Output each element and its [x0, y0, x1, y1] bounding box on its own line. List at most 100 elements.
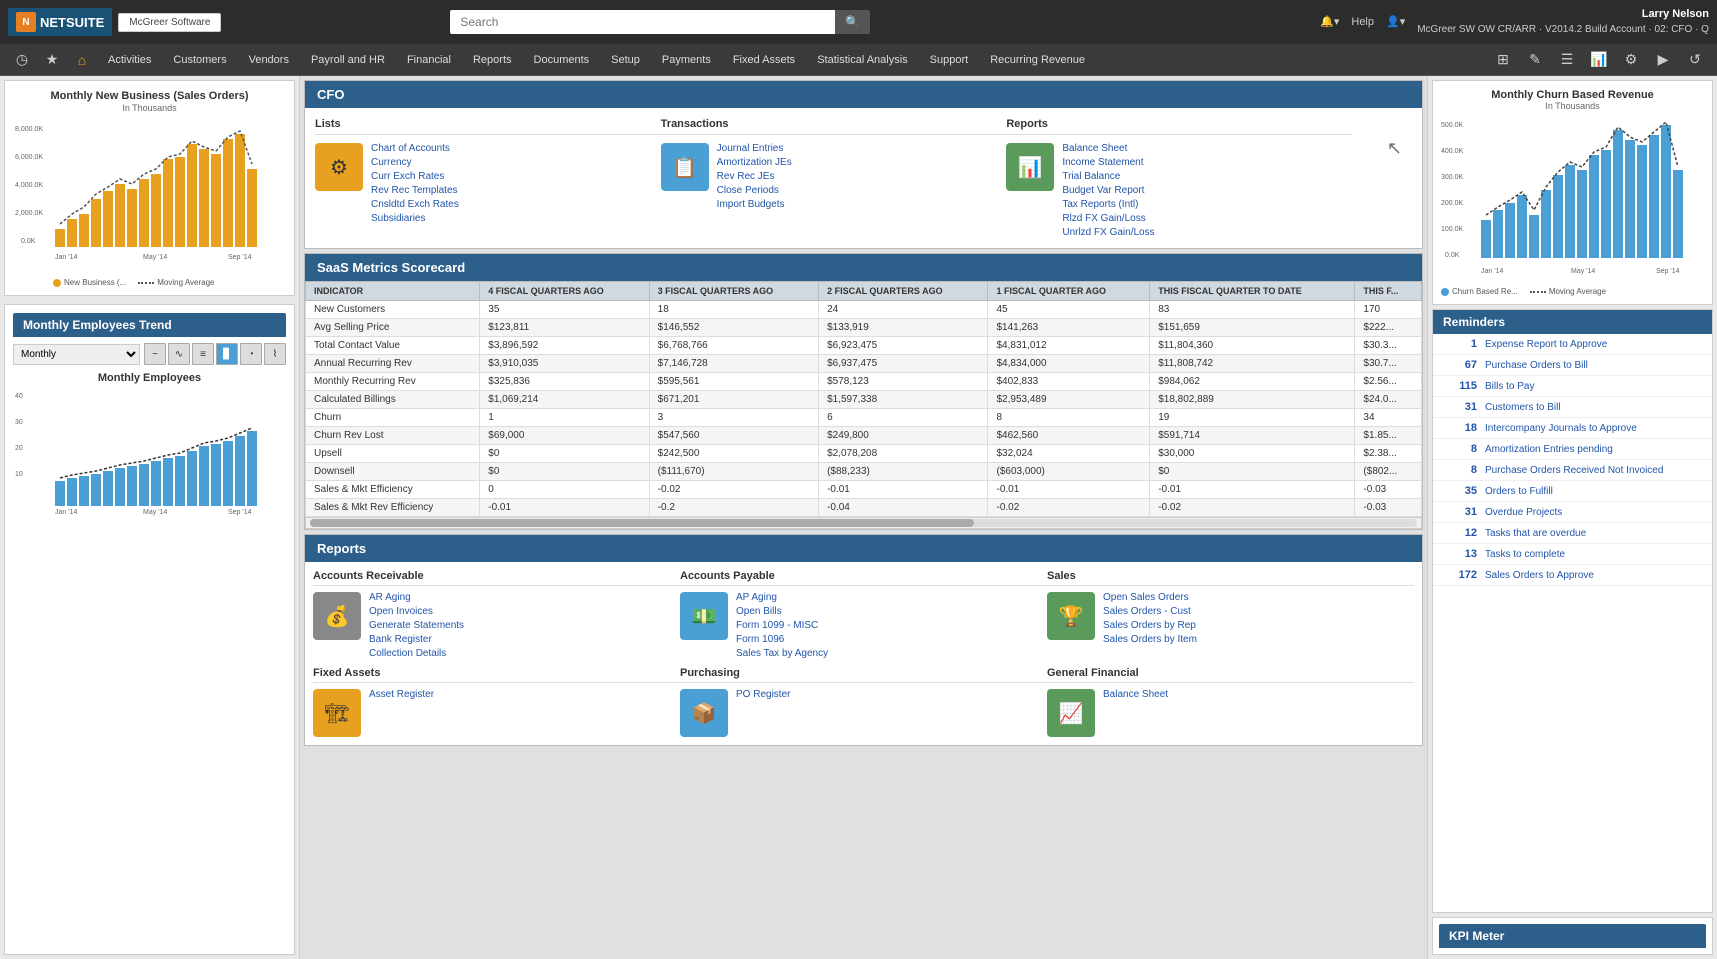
reminder-link[interactable]: Amortization Entries pending	[1485, 444, 1613, 455]
cfo-link-amort[interactable]: Amortization JEs	[717, 157, 792, 168]
nav-icon-7[interactable]: ↺	[1681, 46, 1709, 74]
cfo-link-unrlzd[interactable]: Unrlzd FX Gain/Loss	[1062, 227, 1154, 238]
gauge-icon[interactable]: ◔	[240, 343, 262, 365]
area2-chart-icon[interactable]: ⌇	[264, 343, 286, 365]
cfo-link-tax[interactable]: Tax Reports (Intl)	[1062, 199, 1154, 210]
clock-icon[interactable]: ◷	[8, 46, 36, 74]
cfo-link-rev-rec[interactable]: Rev Rec Templates	[371, 185, 459, 196]
nav-statistical[interactable]: Statistical Analysis	[807, 50, 917, 70]
ar-link-aging[interactable]: AR Aging	[369, 592, 464, 603]
cfo-link-currency[interactable]: Currency	[371, 157, 459, 168]
nav-payroll[interactable]: Payroll and HR	[301, 50, 395, 70]
cfo-link-close[interactable]: Close Periods	[717, 185, 792, 196]
reminder-link[interactable]: Tasks that are overdue	[1485, 528, 1586, 539]
nav-customers[interactable]: Customers	[163, 50, 236, 70]
reminder-link[interactable]: Orders to Fulfill	[1485, 486, 1553, 497]
reminder-link[interactable]: Bills to Pay	[1485, 381, 1534, 392]
search-button[interactable]: 🔍	[835, 10, 870, 34]
fixed-link-register[interactable]: Asset Register	[369, 689, 434, 700]
ap-link-bills[interactable]: Open Bills	[736, 606, 828, 617]
reminder-link[interactable]: Tasks to complete	[1485, 549, 1565, 560]
cfo-link-rev-rec-jes[interactable]: Rev Rec JEs	[717, 171, 792, 182]
sales-link-open[interactable]: Open Sales Orders	[1103, 592, 1197, 603]
cfo-link-subsidiaries[interactable]: Subsidiaries	[371, 213, 459, 224]
reminder-link[interactable]: Customers to Bill	[1485, 402, 1561, 413]
search-input[interactable]	[450, 10, 835, 34]
search-bar: 🔍	[450, 10, 870, 34]
cfo-link-chart-accounts[interactable]: Chart of Accounts	[371, 143, 459, 154]
cfo-link-import[interactable]: Import Budgets	[717, 199, 792, 210]
cfo-link-trial[interactable]: Trial Balance	[1062, 171, 1154, 182]
sales-link-item[interactable]: Sales Orders by Item	[1103, 634, 1197, 645]
employee-period-select[interactable]: Monthly	[13, 344, 140, 365]
churn-legend-item: Churn Based Re...	[1441, 287, 1518, 296]
col-2q: 2 FISCAL QUARTERS AGO	[819, 282, 988, 301]
nav-icon-3[interactable]: ☰	[1553, 46, 1581, 74]
area-chart-icon[interactable]: ~	[144, 343, 166, 365]
cfo-link-rlzd[interactable]: Rlzd FX Gain/Loss	[1062, 213, 1154, 224]
ap-link-aging[interactable]: AP Aging	[736, 592, 828, 603]
nav-financial[interactable]: Financial	[397, 50, 461, 70]
line-chart-icon[interactable]: ∿	[168, 343, 190, 365]
sales-link-cust[interactable]: Sales Orders - Cust	[1103, 606, 1197, 617]
general-link-balance[interactable]: Balance Sheet	[1103, 689, 1168, 700]
nav-icon-5[interactable]: ⚙	[1617, 46, 1645, 74]
nav-icon-2[interactable]: ✎	[1521, 46, 1549, 74]
metric-value: 35	[480, 301, 649, 319]
ap-link-1096[interactable]: Form 1096	[736, 634, 828, 645]
cfo-lists-column: Lists ⚙ Chart of Accounts Currency Curr …	[315, 118, 661, 238]
cfo-link-journal[interactable]: Journal Entries	[717, 143, 792, 154]
metric-value: $18,802,889	[1150, 391, 1355, 409]
center-panel: CFO Lists ⚙ Chart of Accounts Currency C…	[300, 76, 1427, 959]
reminder-link[interactable]: Expense Report to Approve	[1485, 339, 1607, 350]
nav-activities[interactable]: Activities	[98, 50, 161, 70]
ar-link-invoices[interactable]: Open Invoices	[369, 606, 464, 617]
table-row: New Customers3518244583170	[306, 301, 1422, 319]
nav-documents[interactable]: Documents	[524, 50, 600, 70]
nav-setup[interactable]: Setup	[601, 50, 650, 70]
reminder-link[interactable]: Intercompany Journals to Approve	[1485, 423, 1637, 434]
ap-link-salestax[interactable]: Sales Tax by Agency	[736, 648, 828, 659]
metric-value: -0.03	[1355, 499, 1422, 517]
home-icon[interactable]: ⌂	[68, 46, 96, 74]
nav-payments[interactable]: Payments	[652, 50, 721, 70]
help-link[interactable]: Help	[1351, 16, 1374, 28]
svg-text:8,000.0K: 8,000.0K	[15, 126, 43, 133]
notifications-icon[interactable]: 🔔▾	[1320, 15, 1339, 28]
table-scrollbar[interactable]	[305, 517, 1422, 529]
reminder-link[interactable]: Purchase Orders to Bill	[1485, 360, 1588, 371]
cfo-link-income[interactable]: Income Statement	[1062, 157, 1154, 168]
nav-icon-4[interactable]: 📊	[1585, 46, 1613, 74]
ap-link-1099[interactable]: Form 1099 - MISC	[736, 620, 828, 631]
nav-fixed-assets[interactable]: Fixed Assets	[723, 50, 805, 70]
star-icon[interactable]: ★	[38, 46, 66, 74]
reminder-link[interactable]: Overdue Projects	[1485, 507, 1562, 518]
nav-vendors[interactable]: Vendors	[239, 50, 299, 70]
user-icon[interactable]: 👤▾	[1386, 15, 1405, 28]
metric-value: -0.01	[819, 481, 988, 499]
cfo-link-budget[interactable]: Budget Var Report	[1062, 185, 1154, 196]
nav-icon-6[interactable]: ▶	[1649, 46, 1677, 74]
cfo-link-curr-exch[interactable]: Curr Exch Rates	[371, 171, 459, 182]
cfo-link-cnsldtd[interactable]: Cnsldtd Exch Rates	[371, 199, 459, 210]
netsuite-logo[interactable]: N NETSUITE	[8, 8, 112, 36]
reminder-link[interactable]: Sales Orders to Approve	[1485, 570, 1594, 581]
table-row: Avg Selling Price$123,811$146,552$133,91…	[306, 319, 1422, 337]
bar-chart-icon[interactable]: ▊	[216, 343, 238, 365]
nav-support[interactable]: Support	[920, 50, 979, 70]
nav-recurring[interactable]: Recurring Revenue	[980, 50, 1095, 70]
right-panel: Monthly Churn Based Revenue In Thousands…	[1427, 76, 1717, 959]
table-icon[interactable]: ≡	[192, 343, 214, 365]
metric-value: $547,560	[649, 427, 818, 445]
ar-link-bank[interactable]: Bank Register	[369, 634, 464, 645]
ar-link-collection[interactable]: Collection Details	[369, 648, 464, 659]
sales-link-rep[interactable]: Sales Orders by Rep	[1103, 620, 1197, 631]
reminder-link[interactable]: Purchase Orders Received Not Invoiced	[1485, 465, 1663, 476]
ar-icon: 💰	[313, 592, 361, 640]
purchasing-link-po[interactable]: PO Register	[736, 689, 790, 700]
cfo-link-balance[interactable]: Balance Sheet	[1062, 143, 1154, 154]
cfo-transactions-icon: 📋	[661, 143, 709, 191]
nav-reports[interactable]: Reports	[463, 50, 522, 70]
nav-icon-1[interactable]: ⊞	[1489, 46, 1517, 74]
ar-link-statements[interactable]: Generate Statements	[369, 620, 464, 631]
